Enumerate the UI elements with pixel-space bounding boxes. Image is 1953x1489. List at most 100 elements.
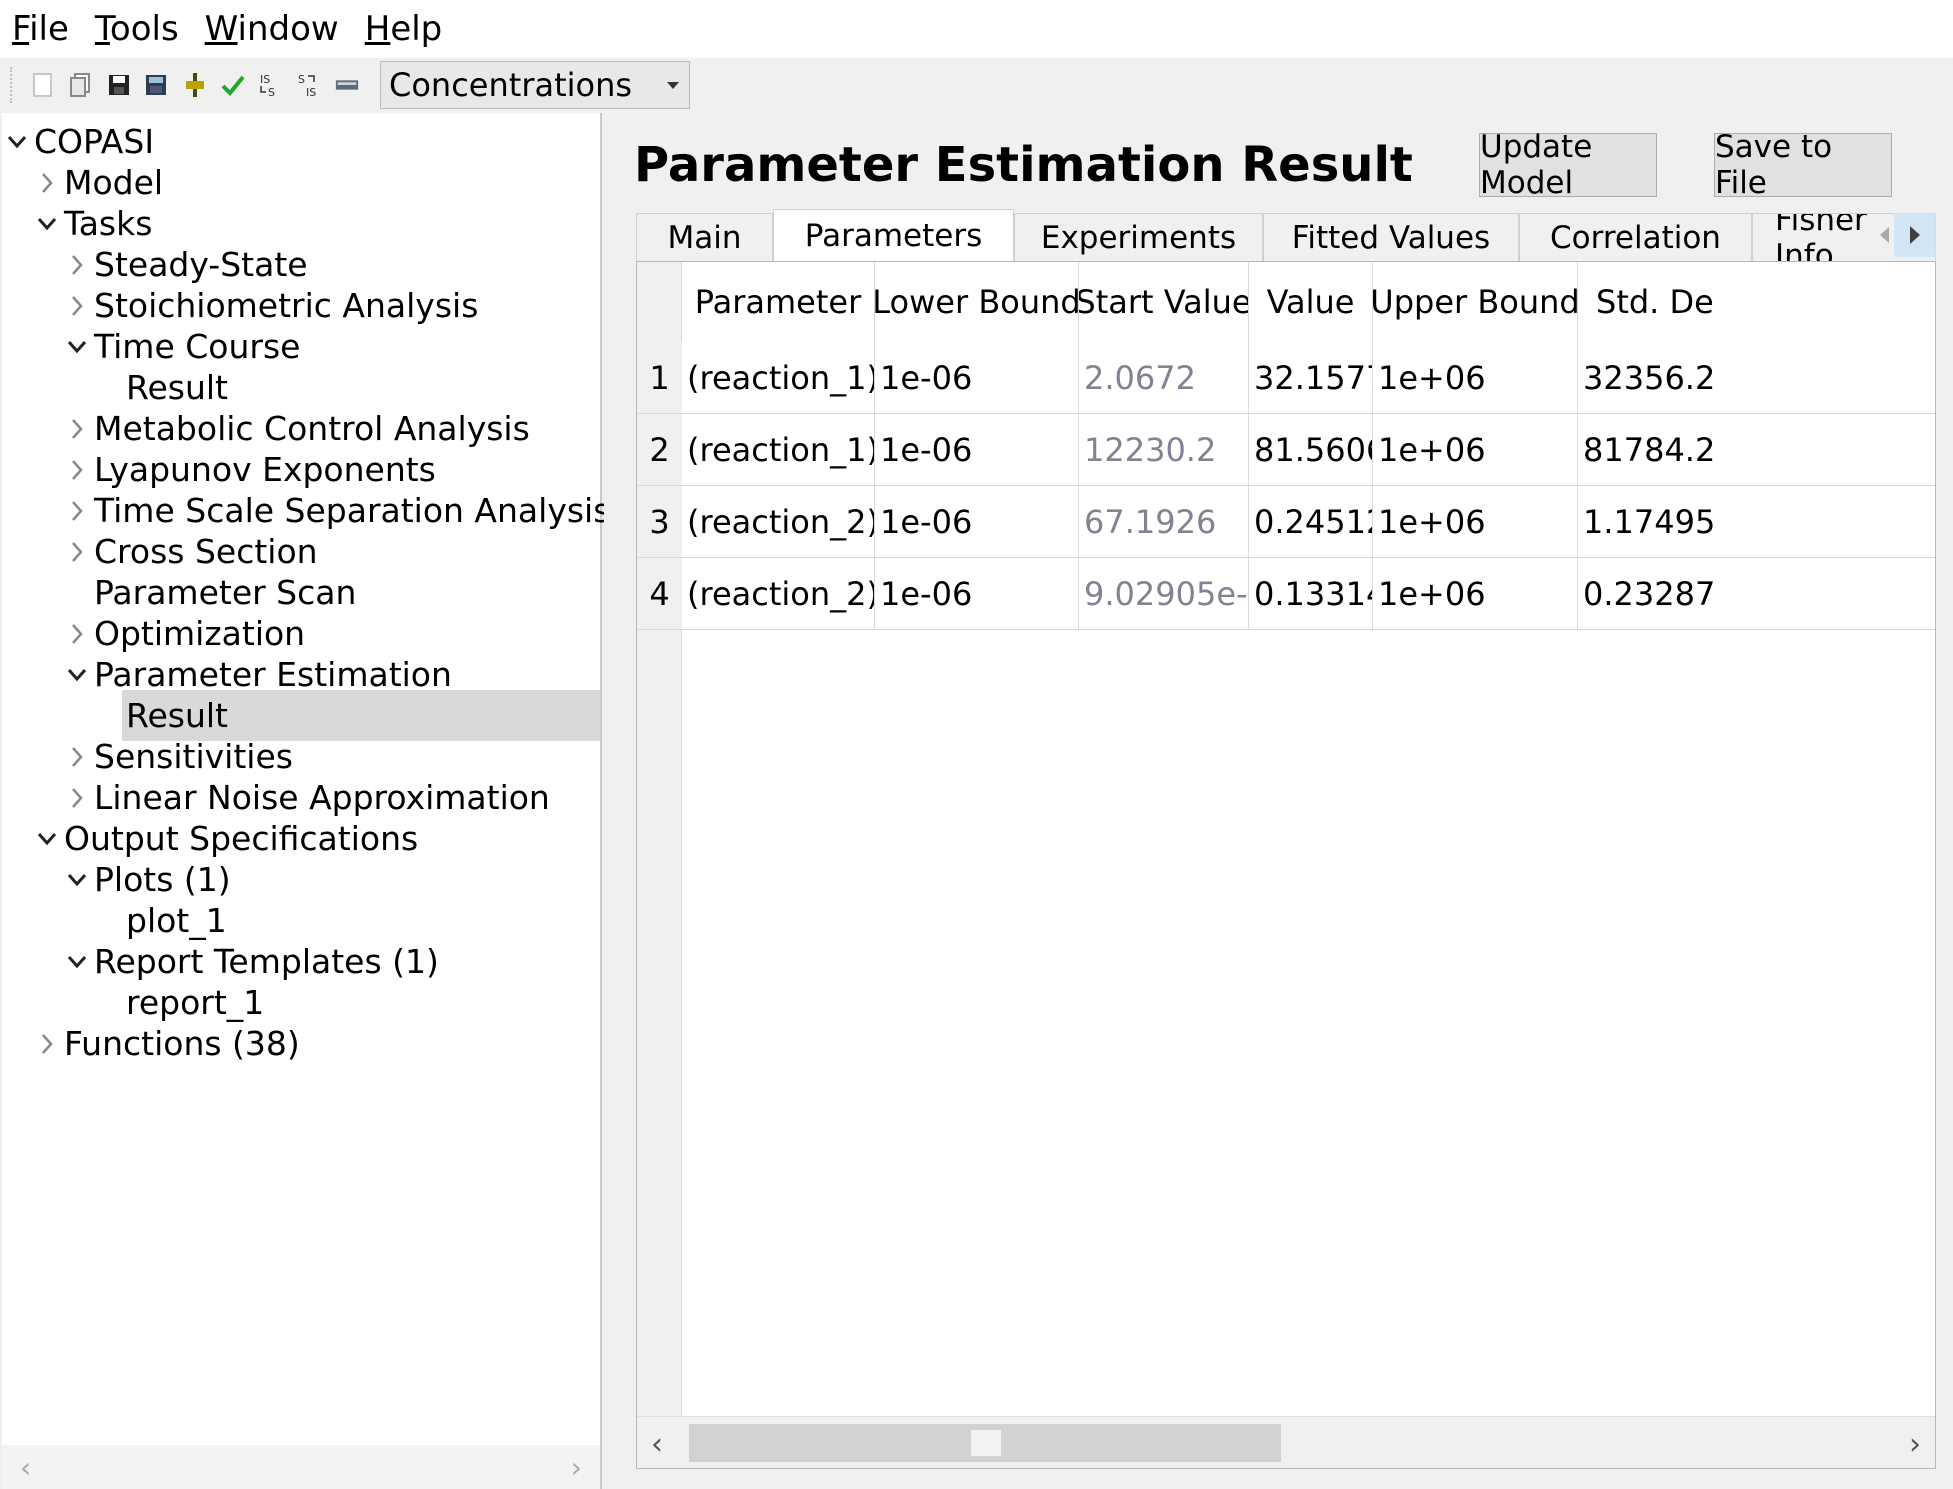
object-browser-tree: COPASI Model Tasks Steady-State Stoichio… [2,113,610,1489]
column-header-upper-bound[interactable]: Upper Bound [1373,262,1578,342]
chevron-right-icon[interactable] [64,498,90,524]
column-header-lower-bound[interactable]: Lower Bound [875,262,1079,342]
cell-std-dev[interactable]: 1.17495 [1578,486,1935,558]
chevron-right-icon[interactable] [64,621,90,647]
chevron-right-icon[interactable] [64,539,90,565]
menu-help[interactable]: Help [365,9,443,49]
menu-window-mnemonic: W [204,9,238,49]
save-icon[interactable] [106,72,132,98]
update-model-button[interactable]: Update Model [1479,129,1657,201]
cell-std-dev[interactable]: 0.23287 [1578,558,1935,630]
svg-text:S: S [298,73,305,86]
tab-parameters[interactable]: Parameters [773,209,1014,262]
tab-fitted-values[interactable]: Fitted Values [1263,213,1519,261]
chevron-down-icon[interactable] [64,334,90,360]
slider-icon[interactable] [182,72,208,98]
menu-window-label: indow [237,9,339,49]
save-as-icon[interactable] [144,72,170,98]
cell-lower-bound[interactable]: 1e-06 [875,414,1079,486]
units-combo[interactable]: Concentrations [380,61,690,109]
chevron-down-icon[interactable] [64,949,90,975]
cell-start-value[interactable]: 12230.2 [1079,414,1249,486]
chevron-right-icon[interactable] [64,416,90,442]
check-icon[interactable] [220,72,246,98]
chevron-right-icon[interactable] [64,252,90,278]
cell-lower-bound[interactable]: 1e-06 [875,486,1079,558]
chevron-right-icon[interactable] [34,170,60,196]
cell-parameter[interactable]: (reaction_1).k2 [682,414,875,486]
table-horizontal-scrollbar[interactable]: ‹ › [637,1416,1935,1468]
cell-parameter[interactable]: (reaction_1).k1 [682,342,875,414]
svg-text:IS: IS [260,73,270,86]
sbml-import-icon[interactable]: IS S [258,72,284,98]
tree-label: Plots (1) [94,860,231,899]
cell-parameter[interactable]: (reaction_2).k1 [682,486,875,558]
chevron-down-icon[interactable] [34,211,60,237]
toolbar-grip[interactable] [10,67,16,103]
cell-upper-bound[interactable]: 1e+06 [1373,342,1578,414]
units-icon[interactable] [334,72,360,98]
tree-label: report_1 [126,983,265,1022]
column-header-parameter[interactable]: Parameter [682,262,875,342]
menu-tools-mnemonic: T [94,9,110,49]
scroll-left-icon[interactable]: ‹ [651,1427,663,1462]
cell-value[interactable]: 0.24512 [1249,486,1373,558]
row-number[interactable]: 2 [637,414,682,486]
chevron-right-icon[interactable] [64,785,90,811]
scroll-right-icon[interactable]: › [1909,1427,1921,1462]
tree-label: Sensitivities [94,737,293,776]
chevron-right-icon[interactable] [64,293,90,319]
tab-scroll-right-icon[interactable] [1894,213,1936,257]
chevron-right-icon[interactable] [64,457,90,483]
chevron-left-icon[interactable]: ‹ [20,1451,31,1484]
menu-tools[interactable]: Tools [95,9,179,49]
cell-upper-bound[interactable]: 1e+06 [1373,558,1578,630]
tree-horizontal-scrollbar[interactable]: ‹ › [2,1445,600,1489]
cell-value[interactable]: 32.1577 [1249,342,1373,414]
menu-file[interactable]: File [12,9,69,49]
tree-label: Metabolic Control Analysis [94,409,530,448]
cell-start-value[interactable]: 2.0672 [1079,342,1249,414]
column-header-std-dev[interactable]: Std. De [1578,262,1935,342]
chevron-down-icon[interactable] [4,129,30,155]
cell-std-dev[interactable]: 81784.2 [1578,414,1935,486]
chevron-right-icon[interactable] [64,744,90,770]
menu-help-label: elp [390,9,443,49]
row-number[interactable]: 3 [637,486,682,558]
chevron-right-icon[interactable] [34,1031,60,1057]
tree-label: Model [64,163,164,202]
column-header-start-value[interactable]: Start Value [1079,262,1249,342]
menu-window[interactable]: Window [205,9,339,49]
tab-correlation[interactable]: Correlation [1519,213,1752,261]
new-icon[interactable] [30,72,56,98]
menu-file-label: ile [29,9,69,49]
chevron-down-icon[interactable] [34,826,60,852]
open-icon[interactable] [68,72,94,98]
cell-parameter[interactable]: (reaction_2).k2 [682,558,875,630]
tab-scroll-left-icon[interactable] [1873,217,1894,253]
cell-upper-bound[interactable]: 1e+06 [1373,486,1578,558]
menu-tools-label: ools [109,9,179,49]
save-to-file-button[interactable]: Save to File [1714,129,1892,201]
cell-std-dev[interactable]: 32356.2 [1578,342,1935,414]
tree-label: Functions (38) [64,1024,300,1063]
tree-item-functions[interactable]: Functions (38) [34,1018,300,1069]
row-number[interactable]: 1 [637,342,682,414]
sbml-export-icon[interactable]: S IS [296,72,322,98]
tree-label: Parameter Scan [94,573,357,612]
chevron-right-icon[interactable]: › [571,1451,582,1484]
cell-upper-bound[interactable]: 1e+06 [1373,414,1578,486]
tree-label: plot_1 [126,901,227,940]
cell-value[interactable]: 0.133147 [1249,558,1373,630]
tab-experiments[interactable]: Experiments [1014,213,1263,261]
cell-lower-bound[interactable]: 1e-06 [875,342,1079,414]
cell-value[interactable]: 81.5606 [1249,414,1373,486]
cell-start-value[interactable]: 9.02905e-05 [1079,558,1249,630]
tab-main[interactable]: Main [636,213,773,261]
row-number[interactable]: 4 [637,558,682,630]
chevron-down-icon[interactable] [64,662,90,688]
chevron-down-icon[interactable] [64,867,90,893]
cell-lower-bound[interactable]: 1e-06 [875,558,1079,630]
column-header-value[interactable]: Value [1249,262,1373,342]
cell-start-value[interactable]: 67.1926 [1079,486,1249,558]
